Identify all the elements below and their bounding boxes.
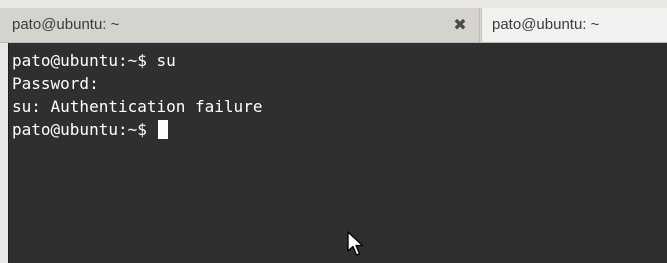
terminal-prompt: pato@ubuntu:~$: [12, 120, 157, 139]
terminal-area[interactable]: pato@ubuntu:~$ su Password: su: Authenti…: [8, 43, 667, 263]
terminal-output: pato@ubuntu:~$ su Password: su: Authenti…: [12, 49, 262, 141]
tab-bar: pato@ubuntu: ~ ✖ pato@ubuntu: ~: [0, 8, 667, 43]
terminal-line: pato@ubuntu:~$ su: [12, 51, 176, 70]
terminal-prompt-line: pato@ubuntu:~$: [12, 118, 262, 141]
mouse-pointer-icon: [347, 231, 364, 256]
text-cursor: [157, 120, 168, 139]
tab-label: pato@ubuntu: ~: [12, 16, 120, 33]
close-icon[interactable]: ✖: [448, 8, 472, 42]
tab-terminal-2[interactable]: pato@ubuntu: ~: [481, 8, 667, 42]
terminal-line: Password:: [12, 74, 99, 93]
terminal-window: pato@ubuntu: ~ ✖ pato@ubuntu: ~ pato@ubu…: [0, 0, 667, 263]
terminal-line: su: Authentication failure: [12, 97, 263, 116]
tab-label: pato@ubuntu: ~: [492, 16, 600, 33]
tab-terminal-1[interactable]: pato@ubuntu: ~: [0, 8, 480, 42]
